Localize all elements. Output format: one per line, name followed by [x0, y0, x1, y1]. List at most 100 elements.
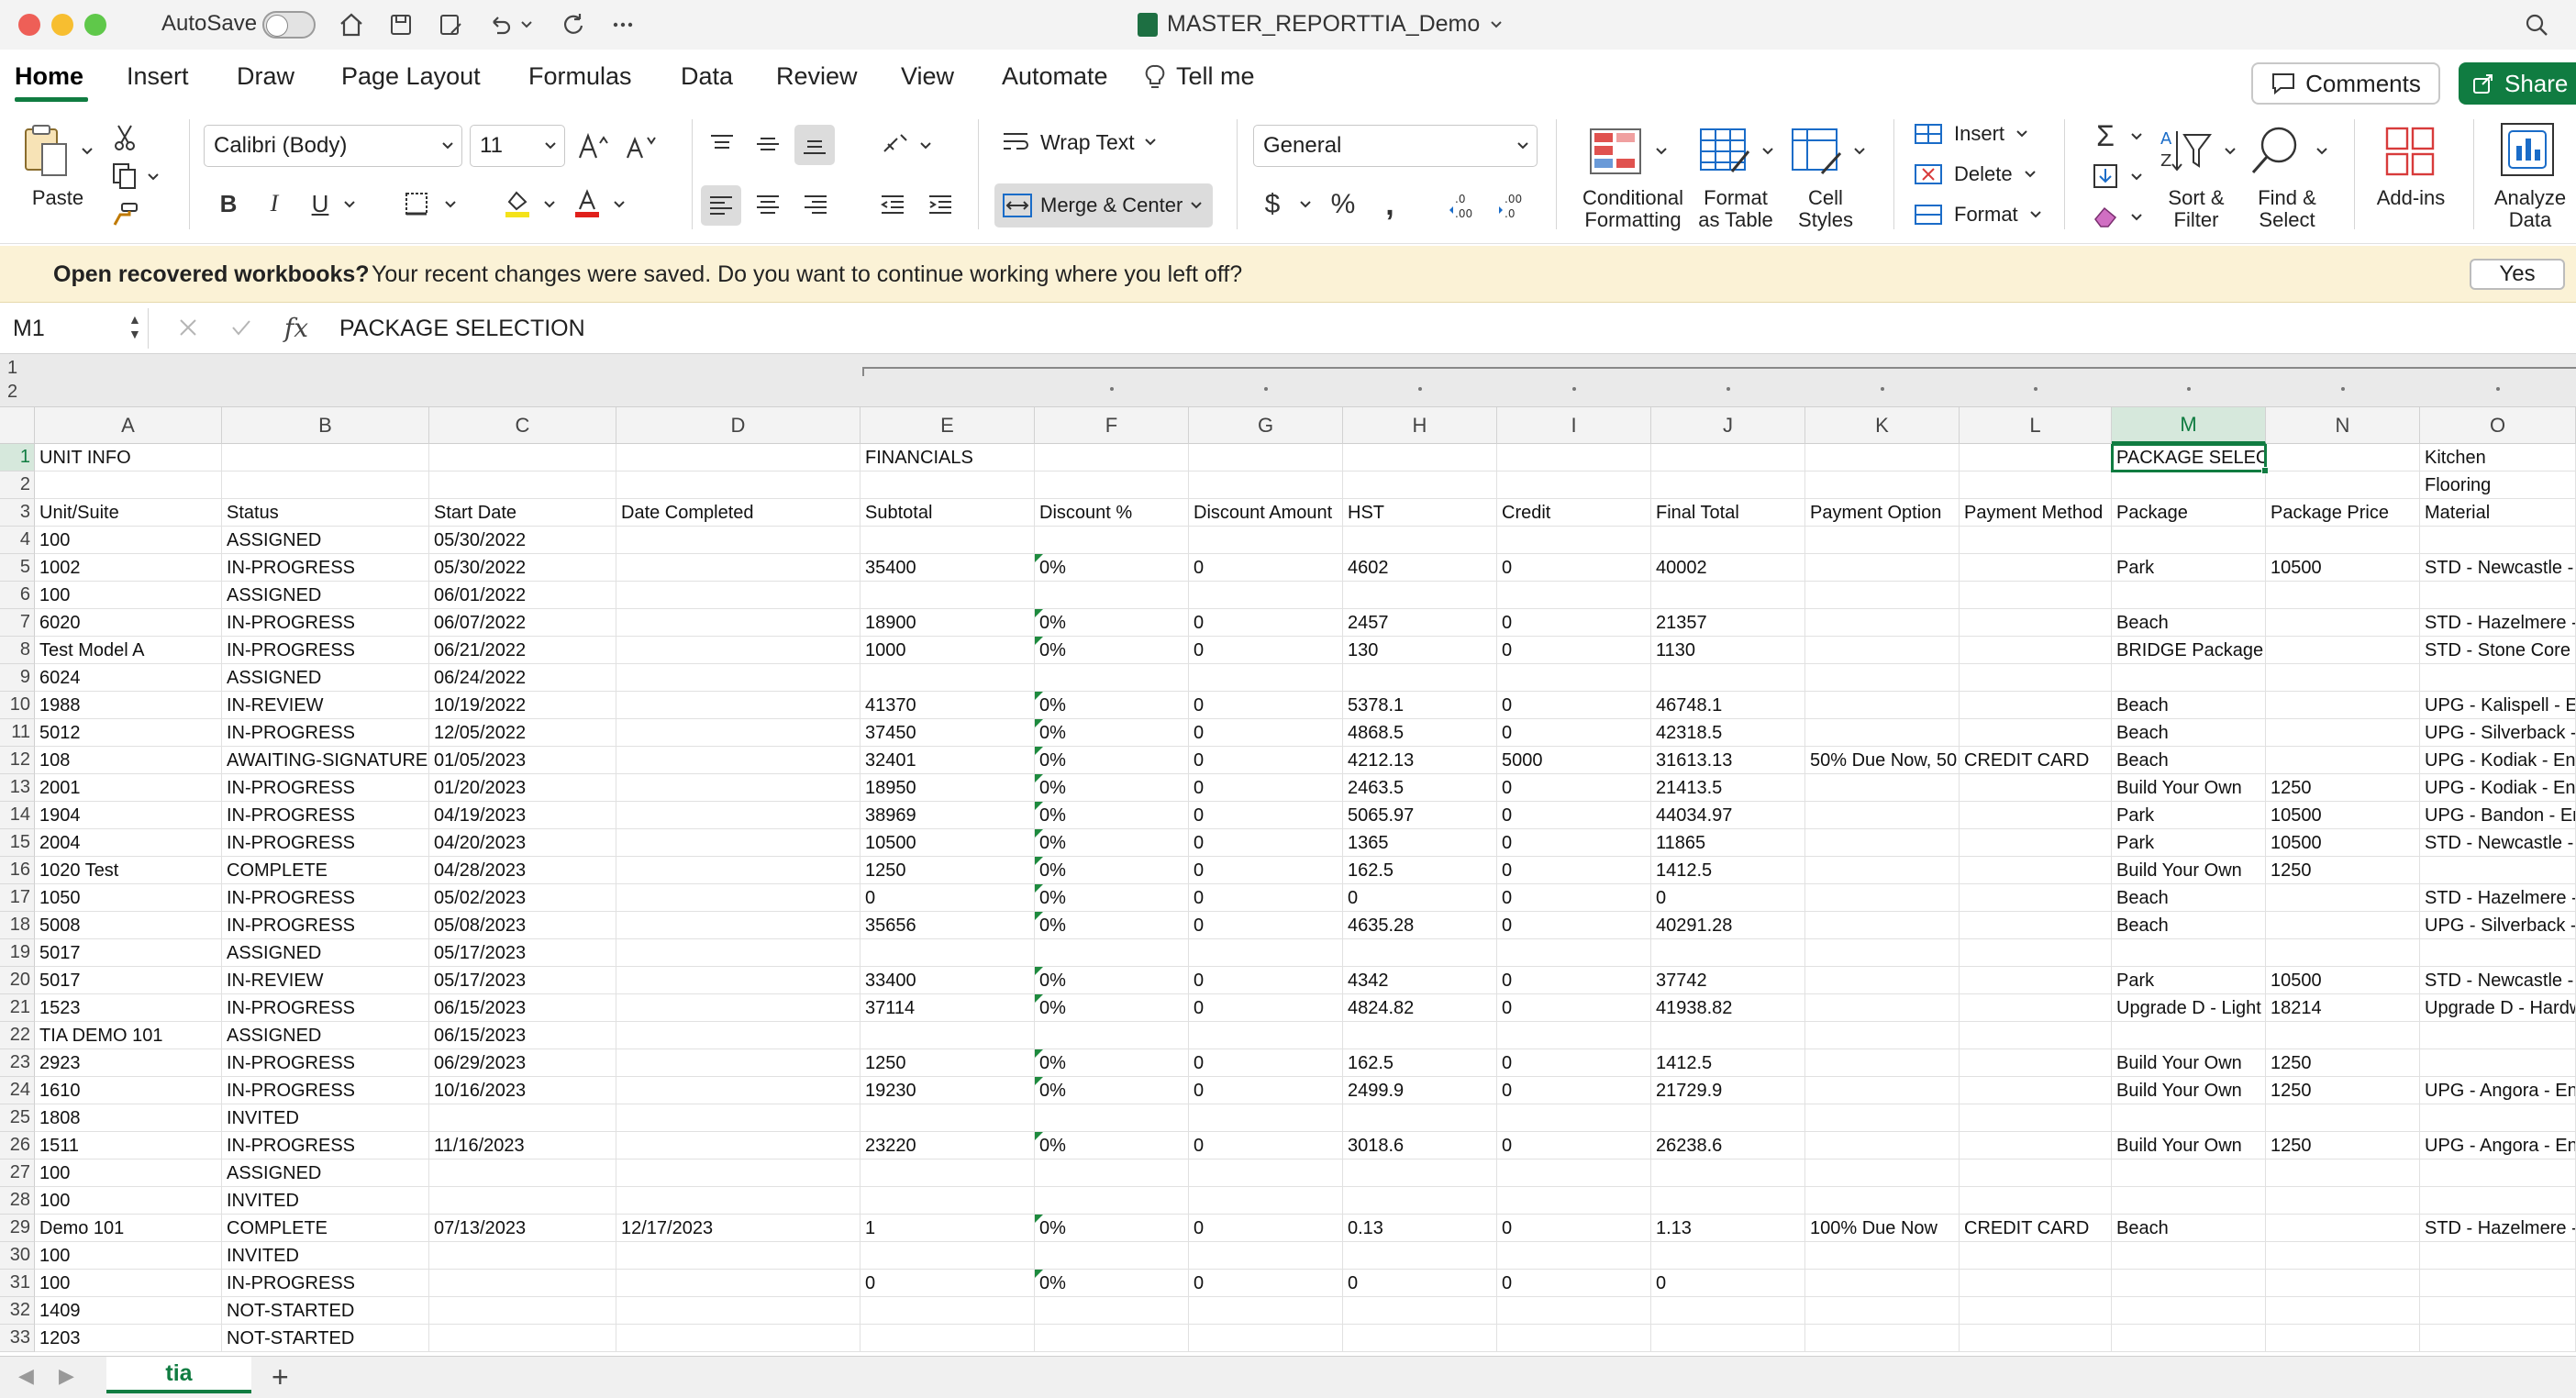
cell-n6[interactable]	[2266, 582, 2420, 609]
cell-f32[interactable]	[1035, 1297, 1189, 1325]
cell-e12[interactable]: 32401	[861, 747, 1035, 774]
cell-l19[interactable]	[1960, 939, 2112, 967]
cell-n27[interactable]	[2266, 1159, 2420, 1187]
cell-n25[interactable]	[2266, 1104, 2420, 1132]
cell-k9[interactable]	[1805, 664, 1960, 692]
cell-l17[interactable]	[1960, 884, 2112, 912]
italic-button[interactable]: I	[261, 187, 288, 220]
cell-e17[interactable]: 0	[861, 884, 1035, 912]
comma-style-icon[interactable]: ,	[1376, 187, 1404, 222]
cell-o20[interactable]: STD - Newcastle - E	[2420, 967, 2576, 994]
cell-f21[interactable]: 0%	[1035, 994, 1189, 1022]
cell-c22[interactable]: 06/15/2023	[429, 1022, 616, 1049]
more-options-icon[interactable]	[605, 7, 640, 42]
cell-l18[interactable]	[1960, 912, 2112, 939]
cell-d14[interactable]	[616, 802, 861, 829]
cell-a3[interactable]: Unit/Suite	[35, 499, 222, 527]
cell-k14[interactable]	[1805, 802, 1960, 829]
borders-icon[interactable]	[400, 187, 433, 220]
cell-n16[interactable]: 1250	[2266, 857, 2420, 884]
cell-j1[interactable]	[1651, 444, 1805, 472]
tab-review[interactable]: Review	[776, 62, 858, 91]
cell-d3[interactable]: Date Completed	[616, 499, 861, 527]
cell-m27[interactable]	[2112, 1159, 2266, 1187]
cell-f28[interactable]	[1035, 1187, 1189, 1215]
cell-a18[interactable]: 5008	[35, 912, 222, 939]
cell-g23[interactable]: 0	[1189, 1049, 1343, 1077]
cell-h29[interactable]: 0.13	[1343, 1215, 1497, 1242]
column-header-a[interactable]: A	[35, 407, 222, 444]
cell-g12[interactable]: 0	[1189, 747, 1343, 774]
cell-f26[interactable]: 0%	[1035, 1132, 1189, 1159]
row-header[interactable]: 1	[0, 444, 35, 472]
cell-m21[interactable]: Upgrade D - Light	[2112, 994, 2266, 1022]
cell-l23[interactable]	[1960, 1049, 2112, 1077]
cell-n19[interactable]	[2266, 939, 2420, 967]
cell-k30[interactable]	[1805, 1242, 1960, 1270]
cell-c19[interactable]: 05/17/2023	[429, 939, 616, 967]
cell-m29[interactable]: Beach	[2112, 1215, 2266, 1242]
cell-e31[interactable]: 0	[861, 1270, 1035, 1297]
row-header[interactable]: 24	[0, 1077, 35, 1104]
cell-b9[interactable]: ASSIGNED	[222, 664, 429, 692]
tab-insert[interactable]: Insert	[127, 62, 189, 91]
cell-h10[interactable]: 5378.1	[1343, 692, 1497, 719]
cell-m4[interactable]	[2112, 527, 2266, 554]
font-color-icon[interactable]	[571, 187, 604, 220]
cell-f4[interactable]	[1035, 527, 1189, 554]
cell-m15[interactable]: Park	[2112, 829, 2266, 857]
cell-c25[interactable]	[429, 1104, 616, 1132]
fill-color-icon[interactable]	[501, 187, 534, 220]
cell-h19[interactable]	[1343, 939, 1497, 967]
cell-b5[interactable]: IN-PROGRESS	[222, 554, 429, 582]
cell-g26[interactable]: 0	[1189, 1132, 1343, 1159]
clear-icon[interactable]	[2090, 200, 2121, 233]
wrap-text-button[interactable]: Wrap Text	[1002, 128, 1157, 156]
cell-b32[interactable]: NOT-STARTED	[222, 1297, 429, 1325]
cancel-formula-icon[interactable]	[171, 310, 205, 345]
cell-b25[interactable]: INVITED	[222, 1104, 429, 1132]
cell-d21[interactable]	[616, 994, 861, 1022]
cell-i24[interactable]: 0	[1497, 1077, 1651, 1104]
cell-c20[interactable]: 05/17/2023	[429, 967, 616, 994]
cell-c6[interactable]: 06/01/2022	[429, 582, 616, 609]
cell-o6[interactable]	[2420, 582, 2576, 609]
cell-e20[interactable]: 33400	[861, 967, 1035, 994]
cell-l31[interactable]	[1960, 1270, 2112, 1297]
add-ins-label[interactable]: Add-ins	[2369, 187, 2453, 209]
cell-b7[interactable]: IN-PROGRESS	[222, 609, 429, 637]
cell-n2[interactable]	[2266, 472, 2420, 499]
cell-j12[interactable]: 31613.13	[1651, 747, 1805, 774]
cell-g1[interactable]	[1189, 444, 1343, 472]
cell-m31[interactable]	[2112, 1270, 2266, 1297]
cell-e3[interactable]: Subtotal	[861, 499, 1035, 527]
cell-g28[interactable]	[1189, 1187, 1343, 1215]
cell-i3[interactable]: Credit	[1497, 499, 1651, 527]
cell-e28[interactable]	[861, 1187, 1035, 1215]
cell-f3[interactable]: Discount %	[1035, 499, 1189, 527]
cell-h6[interactable]	[1343, 582, 1497, 609]
cell-o26[interactable]: UPG - Angora - Eng	[2420, 1132, 2576, 1159]
cell-k12[interactable]: 50% Due Now, 50	[1805, 747, 1960, 774]
cell-c18[interactable]: 05/08/2023	[429, 912, 616, 939]
cell-j14[interactable]: 44034.97	[1651, 802, 1805, 829]
cell-a21[interactable]: 1523	[35, 994, 222, 1022]
cell-b3[interactable]: Status	[222, 499, 429, 527]
cell-n28[interactable]	[2266, 1187, 2420, 1215]
cell-h17[interactable]: 0	[1343, 884, 1497, 912]
cell-i1[interactable]	[1497, 444, 1651, 472]
copy-dropdown-icon[interactable]	[147, 171, 160, 183]
cell-g25[interactable]	[1189, 1104, 1343, 1132]
cell-l27[interactable]	[1960, 1159, 2112, 1187]
cell-m2[interactable]	[2112, 472, 2266, 499]
cell-h24[interactable]: 2499.9	[1343, 1077, 1497, 1104]
cell-o22[interactable]	[2420, 1022, 2576, 1049]
align-center-icon[interactable]	[750, 187, 785, 222]
cell-n4[interactable]	[2266, 527, 2420, 554]
cell-o28[interactable]	[2420, 1187, 2576, 1215]
cell-c2[interactable]	[429, 472, 616, 499]
cell-e5[interactable]: 35400	[861, 554, 1035, 582]
minimize-window-button[interactable]	[51, 14, 73, 36]
cell-h21[interactable]: 4824.82	[1343, 994, 1497, 1022]
cell-k22[interactable]	[1805, 1022, 1960, 1049]
